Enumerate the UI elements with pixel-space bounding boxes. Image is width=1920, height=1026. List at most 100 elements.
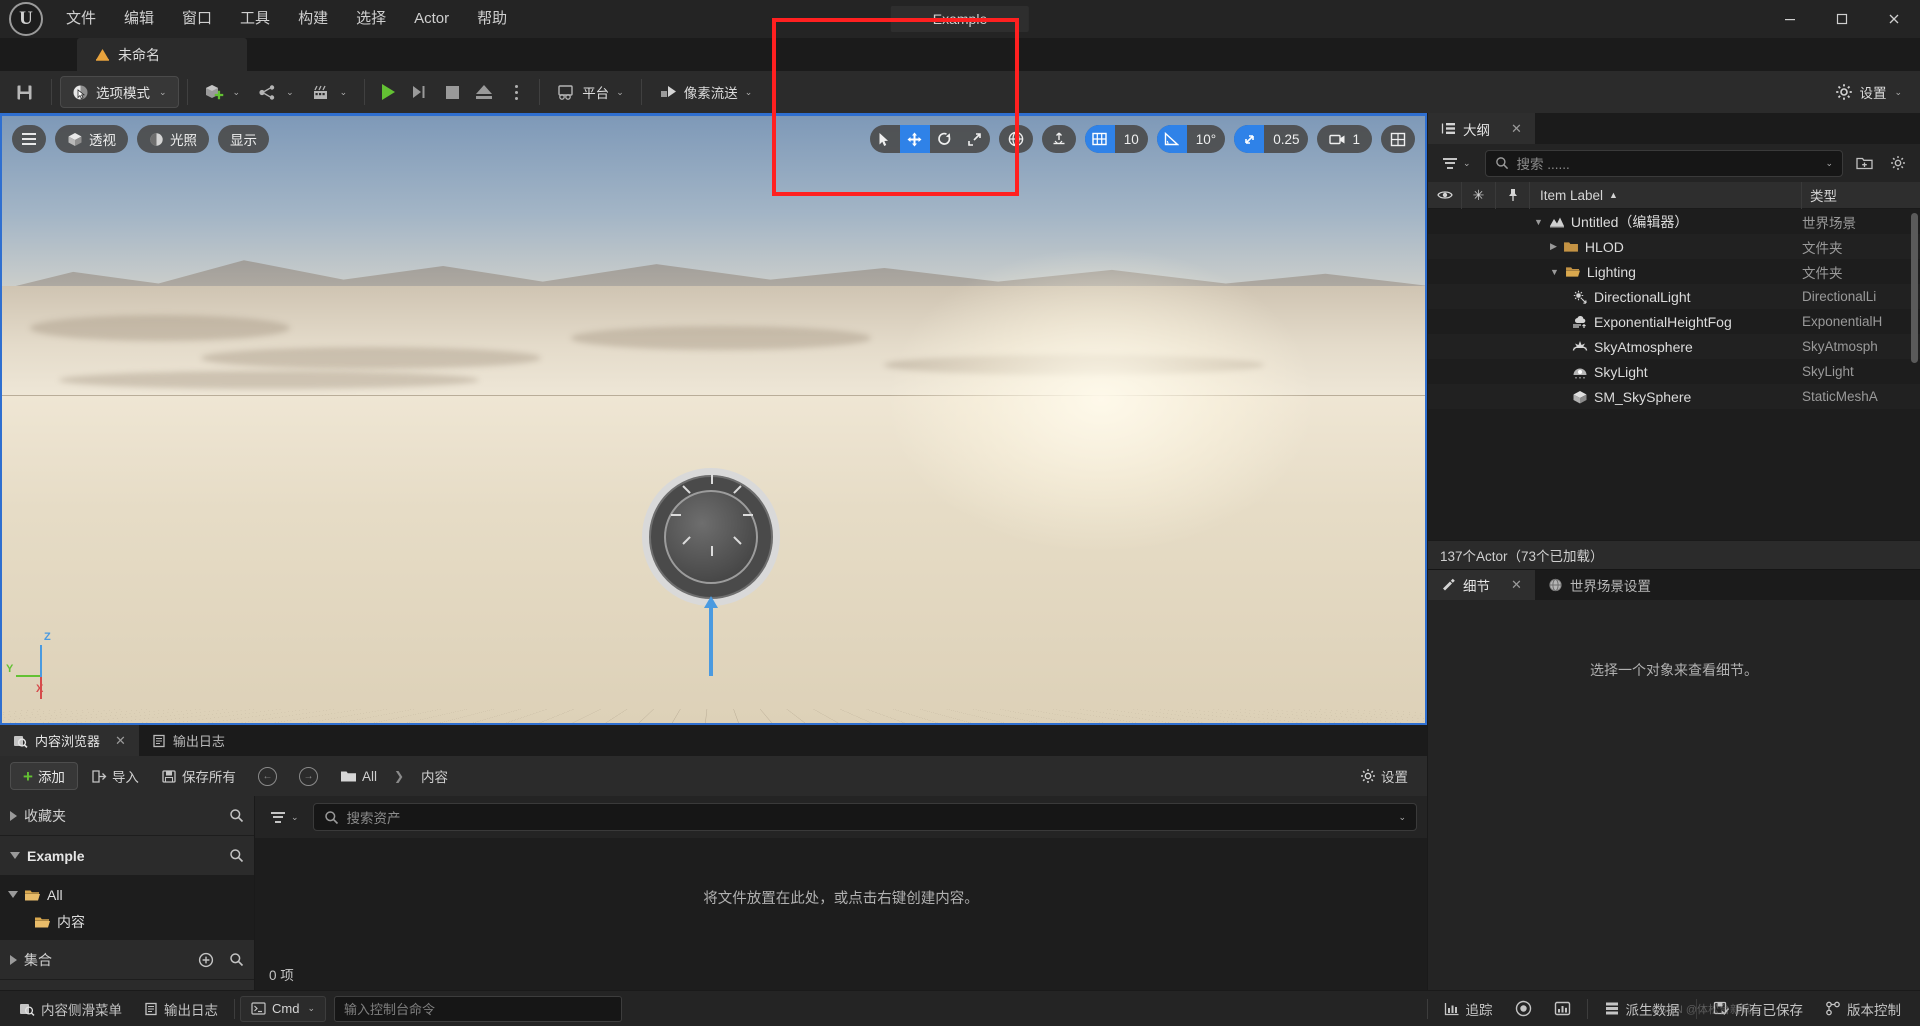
breadcrumb-current[interactable]: 内容 [412, 762, 457, 790]
outliner-row-world[interactable]: ▼ Untitled（编辑器） 世界场景 [1428, 209, 1920, 234]
column-type[interactable]: 类型 [1802, 182, 1920, 209]
save-button[interactable] [6, 75, 43, 109]
expander-icon[interactable]: ▼ [1534, 217, 1543, 227]
outliner-new-folder-button[interactable] [1851, 150, 1877, 176]
menu-actor[interactable]: Actor [400, 0, 463, 38]
search-icon[interactable] [229, 848, 244, 863]
stats-button[interactable] [1543, 994, 1582, 1024]
pixel-streaming-button[interactable]: 像素流送 ⌄ [650, 75, 762, 109]
outliner-row-hlod[interactable]: ▶ HLOD 文件夹 [1428, 234, 1920, 259]
skip-button[interactable] [405, 77, 435, 107]
tab-world-settings[interactable]: 世界场景设置 [1535, 570, 1664, 600]
minimize-button[interactable] [1764, 0, 1816, 38]
perf-button[interactable] [1504, 994, 1543, 1024]
add-collection-icon[interactable] [198, 952, 214, 968]
scale-snap-toggle[interactable] [1234, 125, 1265, 153]
outliner-row-skyatmosphere[interactable]: SkyAtmosphere SkyAtmosph [1428, 334, 1920, 359]
trace-button[interactable]: 追踪 [1433, 994, 1504, 1024]
menu-tools[interactable]: 工具 [226, 0, 284, 38]
move-tool-button[interactable] [899, 125, 930, 153]
viewport-show-button[interactable]: 显示 [218, 125, 269, 153]
viewport-lighting-button[interactable]: 光照 [137, 125, 209, 153]
viewport-view-mode-button[interactable]: 透视 [55, 125, 128, 153]
chevron-down-icon[interactable]: ⌄ [1398, 812, 1406, 823]
menu-help[interactable]: 帮助 [463, 0, 521, 38]
column-pin[interactable] [1496, 181, 1530, 209]
close-button[interactable] [1868, 0, 1920, 38]
asset-filter-button[interactable]: ⌄ [265, 811, 305, 823]
toolbar-settings-button[interactable]: 设置 ⌄ [1823, 76, 1914, 108]
platform-button[interactable]: 平台 ⌄ [548, 75, 633, 109]
outliner-row-skysphere[interactable]: SM_SkySphere StaticMeshA [1428, 384, 1920, 409]
tab-output-log[interactable]: 输出日志 [139, 725, 238, 756]
menu-select[interactable]: 选择 [342, 0, 400, 38]
transform-gizmo[interactable] [642, 468, 780, 676]
outliner-search-input[interactable]: 搜索 ...... ⌄ [1484, 149, 1843, 177]
world-coordinate-button[interactable] [998, 125, 1033, 153]
tab-details[interactable]: 细节 ✕ [1428, 569, 1535, 600]
angle-snap-value[interactable]: 10° [1187, 125, 1225, 153]
chevron-down-icon[interactable]: ⌄ [1825, 158, 1833, 169]
close-icon[interactable]: ✕ [1511, 121, 1522, 137]
source-control-button[interactable]: 版本控制 [1814, 994, 1912, 1024]
menu-file[interactable]: 文件 [52, 0, 110, 38]
play-button[interactable] [373, 77, 403, 107]
selection-mode-button[interactable]: 选项模式 ⌄ [60, 76, 179, 108]
tree-item-content[interactable]: 内容 [0, 908, 254, 935]
close-icon[interactable]: ✕ [115, 733, 126, 749]
outliner-row-directionallight[interactable]: DirectionalLight DirectionalLi [1428, 284, 1920, 309]
outliner-filter-button[interactable]: ⌄ [1437, 157, 1477, 169]
outliner-row-fog[interactable]: ExponentialHeightFog ExponentialH [1428, 309, 1920, 334]
sidebar-section-project[interactable]: Example [0, 836, 254, 876]
nav-forward-button[interactable]: → [290, 762, 327, 790]
search-icon[interactable] [229, 808, 244, 823]
close-icon[interactable]: ✕ [1511, 577, 1522, 593]
tree-item-all[interactable]: All [0, 881, 254, 908]
outliner-row-lighting[interactable]: ▼ Lighting 文件夹 [1428, 259, 1920, 284]
angle-snap-toggle[interactable] [1156, 125, 1187, 153]
sidebar-section-collections[interactable]: 集合 [0, 940, 254, 980]
search-icon[interactable] [229, 952, 244, 967]
camera-speed-control[interactable]: 1 [1317, 125, 1372, 153]
select-tool-button[interactable] [870, 125, 900, 153]
rotate-tool-button[interactable] [930, 125, 960, 153]
viewport-maximize-button[interactable] [1381, 125, 1415, 153]
level-tab[interactable]: 未命名 [77, 38, 247, 71]
content-browser-settings-button[interactable]: 设置 [1351, 762, 1417, 790]
add-button[interactable]: + 添加 [10, 762, 78, 790]
console-command-input[interactable]: 输入控制台命令 [334, 995, 622, 1022]
gizmo-z-axis[interactable] [709, 606, 713, 676]
expander-icon[interactable]: ▼ [1550, 267, 1559, 277]
quick-add-button[interactable]: ⌄ [196, 75, 250, 109]
tab-content-browser[interactable]: 内容浏览器 ✕ [0, 725, 139, 756]
menu-build[interactable]: 构建 [284, 0, 342, 38]
column-visibility[interactable] [1428, 181, 1462, 209]
content-drawer-button[interactable]: 内容侧滑菜单 [8, 994, 133, 1024]
level-viewport[interactable]: Z Y X 透视 光照 显示 10 10° 0.25 1 [0, 113, 1427, 725]
blueprint-button[interactable]: ⌄ [249, 75, 303, 109]
output-log-button[interactable]: 输出日志 [133, 994, 229, 1024]
menu-edit[interactable]: 编辑 [110, 0, 168, 38]
nav-back-button[interactable]: ← [249, 762, 286, 790]
outliner-tree[interactable]: ▼ Untitled（编辑器） 世界场景 ▶ HLOD 文件夹 ▼ Lighti… [1428, 209, 1920, 540]
play-more-button[interactable] [501, 77, 531, 107]
viewport-menu-button[interactable] [12, 125, 46, 153]
tab-outliner[interactable]: 大纲 ✕ [1428, 113, 1535, 144]
outliner-settings-button[interactable] [1885, 150, 1911, 176]
stop-button[interactable] [437, 77, 467, 107]
eject-button[interactable] [469, 77, 499, 107]
asset-search-input[interactable]: 搜索资产 ⌄ [312, 803, 1417, 831]
outliner-scrollbar[interactable] [1911, 213, 1918, 363]
sidebar-section-favorites[interactable]: 收藏夹 [0, 796, 254, 836]
cinematics-button[interactable]: ⌄ [303, 75, 357, 109]
save-all-button[interactable]: 保存所有 [152, 762, 245, 790]
column-item-label[interactable]: Item Label ▲ [1530, 181, 1802, 209]
scale-tool-button[interactable] [960, 125, 990, 153]
maximize-button[interactable] [1816, 0, 1868, 38]
scale-snap-value[interactable]: 0.25 [1264, 125, 1308, 153]
ue-logo-icon[interactable]: U [0, 0, 52, 38]
grid-snap-value[interactable]: 10 [1115, 125, 1148, 153]
expander-icon[interactable]: ▶ [1550, 241, 1557, 252]
column-modified[interactable]: ✳ [1462, 181, 1496, 209]
grid-snap-toggle[interactable] [1084, 125, 1115, 153]
